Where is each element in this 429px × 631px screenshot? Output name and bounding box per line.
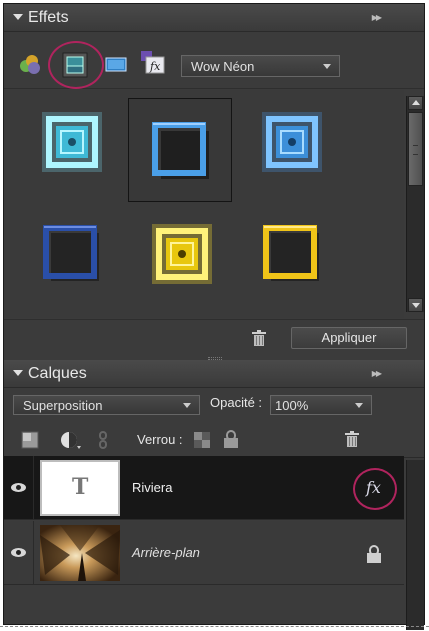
effects-thumbnail-grid [4,90,404,318]
chevron-down-icon [355,403,363,408]
trash-icon[interactable] [252,330,266,346]
apply-button[interactable]: Appliquer [291,327,407,349]
text-layer-glyph: T [72,474,89,500]
bevel-square-icon [263,225,319,281]
background-layer-thumbnail [40,525,120,581]
neon-square-icon [152,224,212,284]
category-dropdown-value: Wow Néon [191,59,255,74]
effects-apply-bar: Appliquer [4,319,424,355]
layers-panel-header[interactable]: Calques ▶▶ [4,360,424,388]
bevel-square-icon [43,225,99,281]
delete-layer-icon[interactable] [345,431,359,447]
effects-category-dropdown[interactable]: Wow Néon [181,55,340,77]
visibility-toggle[interactable] [4,521,34,585]
layers-scrollbar[interactable] [406,460,424,630]
blend-mode-dropdown[interactable]: Superposition [13,395,200,415]
collapse-triangle-icon[interactable] [13,14,23,20]
adjustment-layer-icon[interactable] [60,431,82,451]
svg-text:fx: fx [149,60,161,73]
effects-scrollbar[interactable] [406,96,424,312]
filters-icon[interactable] [19,53,41,75]
effects-panel-title: Effets [28,9,69,26]
collapse-triangle-icon[interactable] [13,370,23,376]
panel-menu-icon[interactable]: ▶▶ [372,13,382,22]
opacity-value: 100% [275,398,309,413]
fx-all-icon[interactable]: fx [139,48,167,76]
layer-styles-icon[interactable] [62,52,88,78]
chevron-down-icon [323,64,331,69]
effect-thumbnail-neon-yellow[interactable] [130,202,234,306]
effects-toolbar: fx Wow Néon [4,33,424,89]
effects-panel-header[interactable]: Effets ▶▶ [4,4,424,32]
layer-name[interactable]: Riviera [132,480,172,495]
layer-name[interactable]: Arrière-plan [132,545,200,560]
photo-effects-icon[interactable] [105,53,127,75]
eye-icon [11,548,26,557]
fx-icon[interactable]: fx [366,478,381,497]
text-layer-thumbnail: T [40,460,120,516]
layer-lock-row: Verrou : [4,420,424,458]
effect-thumbnail-blue-bevel[interactable] [128,98,232,202]
blend-mode-value: Superposition [23,398,103,413]
chevron-down-icon [183,403,191,408]
scroll-up-button[interactable] [408,96,423,110]
panel-bin: Effets ▶▶ fx Wow Néon Appliquer Calques … [3,3,425,630]
layer-options-row: Superposition Opacité : 100% [4,389,424,419]
neon-square-icon [262,112,322,172]
opacity-label: Opacité : [210,395,263,410]
scroll-down-button[interactable] [408,298,423,312]
effect-thumbnail-neon-blue[interactable] [240,90,344,194]
scroll-thumb[interactable] [408,112,423,186]
layer-row-text[interactable]: T Riviera fx [4,456,404,520]
new-layer-icon[interactable] [21,431,39,449]
opacity-field[interactable]: 100% [270,395,372,415]
link-layers-icon[interactable] [98,431,108,449]
effect-thumbnail-neon-cyan[interactable] [20,90,124,194]
lock-all-icon[interactable] [223,430,239,448]
layers-panel-title: Calques [28,365,87,382]
crop-edge-dashes [0,626,429,628]
lock-label: Verrou : [137,432,183,447]
visibility-toggle[interactable] [4,456,34,520]
neon-square-icon [42,112,102,172]
eye-icon [11,483,26,492]
bevel-square-icon [152,122,209,179]
layer-row-background[interactable]: Arrière-plan [4,521,404,585]
lock-transparency-icon[interactable] [194,432,210,448]
effect-thumbnail-dark-blue-bevel[interactable] [20,202,124,306]
effect-thumbnail-yellow-bevel[interactable] [240,202,344,306]
panel-menu-icon[interactable]: ▶▶ [372,369,382,378]
lock-icon [367,545,381,563]
